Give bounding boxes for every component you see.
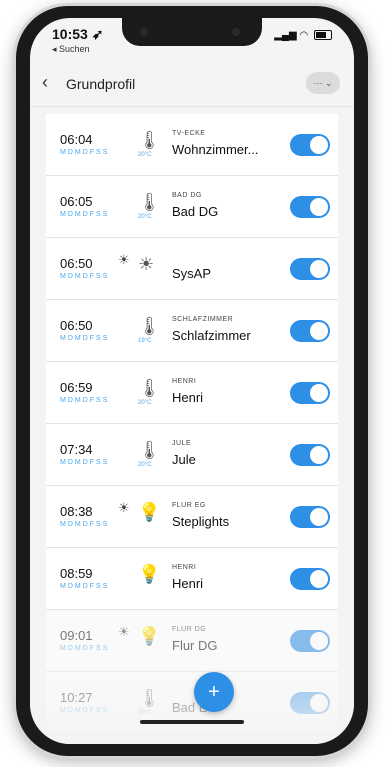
schedule-row[interactable]: 07:34 MDMDFSS 🌡 20°C JULE Jule (46, 424, 338, 486)
schedule-row[interactable]: 06:50 MDMDFSS ☀ ☀ SysAP (46, 238, 338, 300)
schedule-toggle[interactable] (290, 134, 330, 156)
astro-sun-icon: ☀ (118, 624, 130, 639)
device-name: Henri (172, 576, 204, 591)
camera-dot-icon (232, 28, 240, 36)
toggle-knob (310, 570, 328, 588)
device-name: Jule (172, 452, 196, 467)
toggle-knob (310, 198, 328, 216)
room-label: FLUR DG (172, 626, 207, 633)
device-type-icon: 🌡 (138, 316, 161, 336)
weekday-labels: MDMDFSS (60, 459, 110, 466)
room-label: FLUR EG (172, 502, 206, 509)
schedule-time: 08:38 (60, 504, 93, 519)
device-type-icon: ☀ (138, 254, 155, 274)
device-name: Henri (172, 390, 204, 405)
schedule-toggle[interactable] (290, 382, 330, 404)
schedule-toggle[interactable] (290, 568, 330, 590)
schedule-row[interactable]: 08:59 MDMDFSS 💡 HENRI Henri (46, 548, 338, 610)
astro-sun-icon: ☀ (118, 500, 130, 515)
room-label: JULE (172, 440, 192, 447)
device-type-icon: 🌡 (138, 440, 161, 460)
schedule-toggle[interactable] (290, 320, 330, 342)
schedule-time: 06:50 (60, 318, 93, 333)
schedule-toggle[interactable] (290, 444, 330, 466)
room-label: HENRI (172, 378, 197, 385)
home-indicator[interactable] (140, 720, 244, 724)
weekday-labels: MDMDFSS (60, 211, 110, 218)
bottom-fade (30, 658, 354, 744)
room-label: SCHLAFZIMMER (172, 316, 234, 323)
room-label: HENRI (172, 564, 197, 571)
target-temperature: 19°C (138, 338, 152, 344)
device-name: Flur DG (172, 638, 218, 653)
schedule-toggle[interactable] (290, 630, 330, 652)
status-icons: ▂▄▆ ◠ (274, 30, 332, 41)
toggle-knob (310, 136, 328, 154)
device-type-icon: 🌡 (138, 130, 161, 150)
room-label: TV-ECKE (172, 130, 206, 137)
astro-sun-icon: ☀ (118, 252, 130, 267)
toggle-knob (310, 384, 328, 402)
battery-icon (314, 30, 332, 41)
toggle-knob (310, 260, 328, 278)
back-to-app-link[interactable]: ◂ Suchen (52, 44, 90, 55)
device-name: Schlafzimmer (172, 328, 251, 343)
device-name: Bad DG (172, 204, 219, 219)
device-name: Steplights (172, 514, 230, 529)
schedule-row[interactable]: 06:59 MDMDFSS 🌡 20°C HENRI Henri (46, 362, 338, 424)
page-title: Grundprofil (66, 76, 136, 92)
target-temperature: 20°C (138, 214, 152, 220)
app-header: ‹ Grundprofil ··· ⌄ (30, 62, 354, 107)
weekday-labels: MDMDFSS (60, 335, 110, 342)
add-schedule-button[interactable]: + (194, 672, 234, 712)
schedule-time: 08:59 (60, 566, 93, 581)
device-type-icon: 💡 (138, 564, 161, 584)
device-type-icon: 🌡 (138, 378, 161, 398)
device-type-icon: 🌡 (138, 192, 161, 212)
toggle-knob (310, 322, 328, 340)
room-label: BAD DG (172, 192, 202, 199)
back-chevron-icon[interactable]: ‹ (42, 72, 48, 93)
schedule-toggle[interactable] (290, 506, 330, 528)
target-temperature: 20°C (138, 400, 152, 406)
schedule-time: 06:50 (60, 256, 93, 271)
schedule-row[interactable]: 06:04 MDMDFSS 🌡 20°C TV-ECKE Wohnzimmer.… (46, 114, 338, 176)
weekday-labels: MDMDFSS (60, 397, 110, 404)
device-name: SysAP (172, 266, 212, 281)
wifi-icon: ◠ (299, 30, 309, 41)
toggle-knob (310, 508, 328, 526)
schedule-time: 06:04 (60, 132, 93, 147)
notch (122, 18, 262, 46)
screen: 10:53 ➶ ◂ Suchen ▂▄▆ ◠ ‹ Grundprofil ···… (30, 18, 354, 744)
device-type-icon: 💡 (138, 502, 161, 522)
device-type-icon: 💡 (138, 626, 161, 646)
toggle-knob (310, 632, 328, 650)
target-temperature: 20°C (138, 152, 152, 158)
schedule-row[interactable]: 06:05 MDMDFSS 🌡 20°C BAD DG Bad DG (46, 176, 338, 238)
weekday-labels: MDMDFSS (60, 583, 110, 590)
camera-dot-icon (140, 28, 148, 36)
schedule-time: 06:05 (60, 194, 93, 209)
more-menu-button[interactable]: ··· ⌄ (306, 72, 340, 94)
signal-icon: ▂▄▆ (274, 30, 297, 41)
schedule-time: 09:01 (60, 628, 93, 643)
schedule-time: 06:59 (60, 380, 93, 395)
schedule-toggle[interactable] (290, 196, 330, 218)
target-temperature: 20°C (138, 462, 152, 468)
status-time: 10:53 ➶ (52, 26, 104, 42)
schedule-time: 07:34 (60, 442, 93, 457)
weekday-labels: MDMDFSS (60, 645, 110, 652)
weekday-labels: MDMDFSS (60, 273, 110, 280)
weekday-labels: MDMDFSS (60, 521, 110, 528)
device-name: Wohnzimmer... (172, 142, 259, 157)
toggle-knob (310, 446, 328, 464)
schedule-list: 06:04 MDMDFSS 🌡 20°C TV-ECKE Wohnzimmer.… (46, 114, 338, 734)
phone-frame: 10:53 ➶ ◂ Suchen ▂▄▆ ◠ ‹ Grundprofil ···… (16, 6, 368, 756)
schedule-row[interactable]: 06:50 MDMDFSS 🌡 19°C SCHLAFZIMMER Schlaf… (46, 300, 338, 362)
schedule-row[interactable]: 08:38 MDMDFSS ☀ 💡 FLUR EG Steplights (46, 486, 338, 548)
schedule-toggle[interactable] (290, 258, 330, 280)
weekday-labels: MDMDFSS (60, 149, 110, 156)
